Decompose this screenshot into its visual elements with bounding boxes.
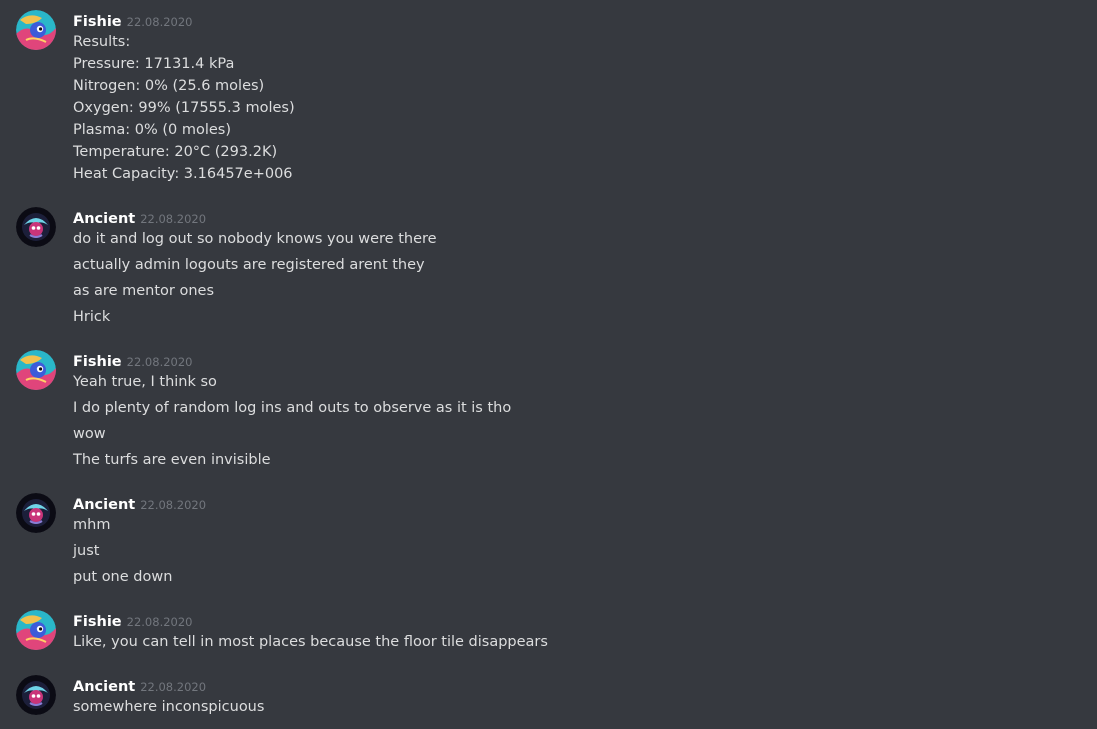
message-line: Hrick (73, 309, 111, 325)
message-line: just (73, 543, 100, 559)
ancient-avatar-icon[interactable] (16, 675, 56, 715)
message-timestamp: 22.08.2020 (140, 680, 207, 694)
author-name[interactable]: Fishie (73, 354, 122, 370)
ancient-avatar-icon[interactable] (16, 207, 56, 247)
author-name[interactable]: Fishie (73, 614, 122, 630)
fishie-avatar-icon[interactable] (16, 10, 56, 50)
message-timestamp: 22.08.2020 (140, 212, 207, 226)
message-line: Like, you can tell in most places becaus… (73, 634, 548, 650)
message-header: Ancient 22.08.2020 (73, 675, 206, 697)
author-name[interactable]: Ancient (73, 679, 135, 695)
message-header: Fishie 22.08.2020 (73, 10, 193, 32)
message-line: mhm (73, 517, 111, 533)
message-line: Nitrogen: 0% (25.6 moles) (73, 78, 265, 94)
message-line: Heat Capacity: 3.16457e+006 (73, 166, 293, 182)
message-line: somewhere inconspicuous (73, 699, 265, 715)
message-timestamp: 22.08.2020 (140, 498, 207, 512)
message-line: do it and log out so nobody knows you we… (73, 231, 437, 247)
message-line: Oxygen: 99% (17555.3 moles) (73, 100, 295, 116)
message-timestamp: 22.08.2020 (126, 615, 193, 629)
message-line: put one down (73, 569, 173, 585)
message-line: as are mentor ones (73, 283, 215, 299)
fishie-avatar-icon[interactable] (16, 610, 56, 650)
author-name[interactable]: Ancient (73, 211, 135, 227)
message-header: Fishie 22.08.2020 (73, 610, 193, 632)
message-line: actually admin logouts are registered ar… (73, 257, 425, 273)
message-line: wow (73, 426, 106, 442)
message-header: Fishie 22.08.2020 (73, 350, 193, 372)
message-line: I do plenty of random log ins and outs t… (73, 400, 512, 416)
message-timestamp: 22.08.2020 (126, 355, 193, 369)
message-line: Plasma: 0% (0 moles) (73, 122, 231, 138)
message-line: Yeah true, I think so (73, 374, 217, 390)
message-line: Results: (73, 34, 131, 50)
message-line: Temperature: 20°C (293.2K) (73, 144, 278, 160)
author-name[interactable]: Ancient (73, 497, 135, 513)
message-line: The turfs are even invisible (73, 452, 271, 468)
message-line: Pressure: 17131.4 kPa (73, 56, 235, 72)
fishie-avatar-icon[interactable] (16, 350, 56, 390)
author-name[interactable]: Fishie (73, 14, 122, 30)
ancient-avatar-icon[interactable] (16, 493, 56, 533)
message-header: Ancient 22.08.2020 (73, 493, 206, 515)
message-header: Ancient 22.08.2020 (73, 207, 206, 229)
message-timestamp: 22.08.2020 (126, 15, 193, 29)
